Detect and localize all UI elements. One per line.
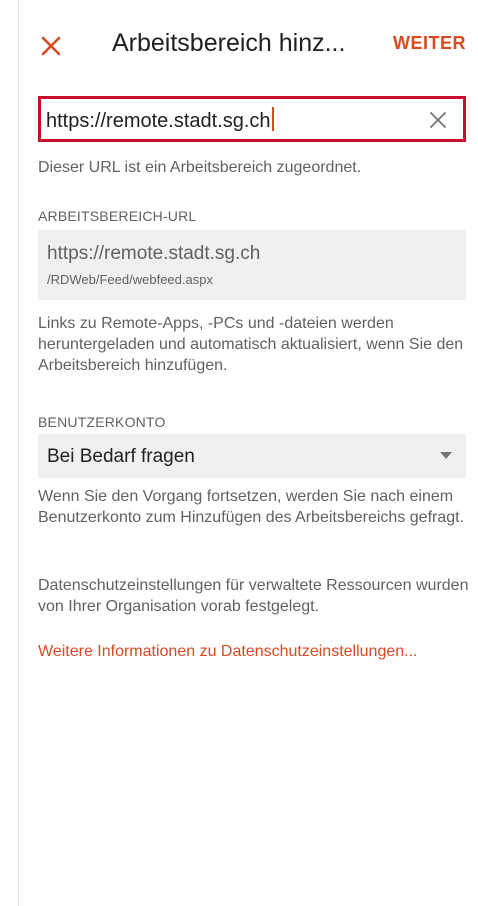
url-hint-text: Dieser URL ist ein Arbeitsbereich zugeor… bbox=[38, 159, 362, 176]
url-input-value: https://remote.stadt.sg.ch bbox=[46, 110, 271, 132]
workspace-url-label: ARBEITSBEREICH-URL bbox=[38, 208, 197, 224]
user-account-selected: Bei Bedarf fragen bbox=[47, 446, 195, 467]
workspace-url-field: https://remote.stadt.sg.ch /RDWeb/Feed/w… bbox=[38, 230, 466, 300]
user-account-label: BENUTZERKONTO bbox=[38, 414, 166, 430]
workspace-url-path: /RDWeb/Feed/webfeed.aspx bbox=[47, 272, 213, 287]
content-area: Arbeitsbereich hinz... WEITER https://re… bbox=[19, 0, 478, 906]
add-workspace-screen: Arbeitsbereich hinz... WEITER https://re… bbox=[0, 0, 478, 906]
close-icon bbox=[41, 36, 61, 56]
next-button[interactable]: WEITER bbox=[393, 28, 466, 58]
privacy-info-link[interactable]: Weitere Informationen zu Datenschutzeins… bbox=[38, 641, 417, 663]
close-button[interactable] bbox=[31, 26, 71, 66]
workspace-url-main: https://remote.stadt.sg.ch bbox=[47, 243, 261, 264]
clear-icon[interactable] bbox=[427, 109, 449, 131]
caret-down-icon bbox=[440, 452, 452, 459]
app-bar: Arbeitsbereich hinz... WEITER bbox=[19, 0, 478, 86]
left-edge-divider bbox=[0, 0, 19, 906]
user-account-description: Wenn Sie den Vorgang fortsetzen, werden … bbox=[38, 488, 465, 526]
workspace-description: Links zu Remote-Apps, -PCs und -dateien … bbox=[38, 315, 464, 374]
url-input[interactable]: https://remote.stadt.sg.ch bbox=[38, 96, 466, 142]
privacy-description: Datenschutzeinstellungen für verwaltete … bbox=[38, 577, 469, 615]
user-account-select[interactable]: Bei Bedarf fragen bbox=[38, 434, 466, 478]
text-caret bbox=[271, 107, 274, 131]
page-title: Arbeitsbereich hinz... bbox=[112, 29, 346, 57]
url-input-value-wrap: https://remote.stadt.sg.ch bbox=[46, 107, 274, 134]
